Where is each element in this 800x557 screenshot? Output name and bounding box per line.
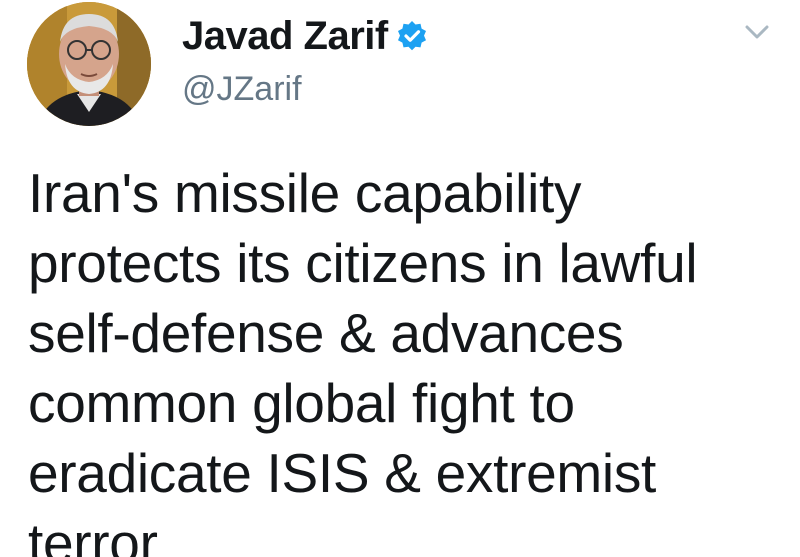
tweet-card: Javad Zarif @JZarif Iran's missile capab… xyxy=(0,0,800,557)
author-name-row: Javad Zarif xyxy=(182,8,428,64)
avatar-portrait-icon xyxy=(27,2,151,126)
author-handle[interactable]: @JZarif xyxy=(182,70,428,109)
verified-badge-icon xyxy=(396,20,428,52)
author-display-name[interactable]: Javad Zarif xyxy=(182,14,388,59)
author-avatar[interactable] xyxy=(27,2,151,126)
tweet-header: Javad Zarif @JZarif xyxy=(182,8,428,109)
chevron-down-icon[interactable] xyxy=(742,20,772,44)
tweet-text: Iran's missile capability protects its c… xyxy=(28,162,698,557)
